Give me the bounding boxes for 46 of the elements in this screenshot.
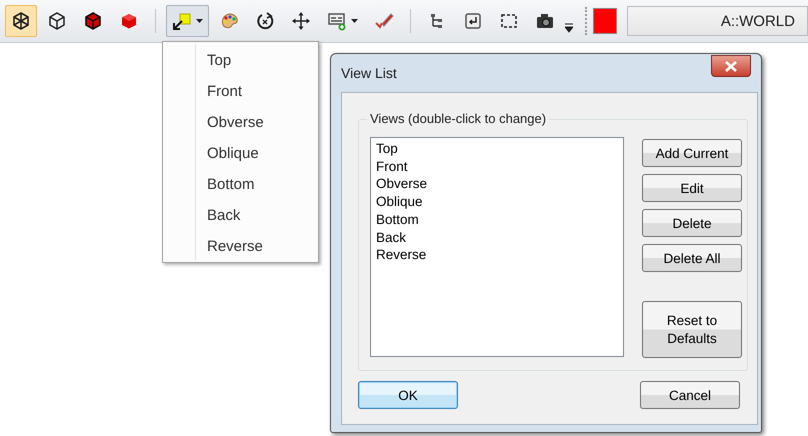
toolbar-button[interactable] — [5, 5, 37, 37]
cube-icon — [83, 11, 103, 31]
cube-icon — [119, 11, 139, 31]
caret-icon — [351, 19, 358, 23]
dialog-button[interactable]: Delete All — [642, 244, 742, 272]
list-item[interactable]: Back — [376, 228, 618, 246]
list-item[interactable]: Top — [376, 140, 618, 158]
dialog-button[interactable]: Edit — [642, 174, 742, 202]
group-label: Views (double-click to change) — [367, 111, 550, 126]
cancel-button[interactable]: Cancel — [640, 381, 740, 409]
list-item[interactable]: Front — [376, 158, 618, 176]
menu-item[interactable]: Top — [163, 45, 318, 76]
dialog-button[interactable]: Delete — [642, 209, 742, 237]
camera-icon — [535, 11, 555, 31]
close-button[interactable] — [711, 55, 751, 77]
overflow-icon[interactable] — [565, 23, 573, 33]
enter-key-icon — [463, 11, 483, 31]
list-item[interactable]: Reverse — [376, 246, 618, 264]
list-item[interactable]: Oblique — [376, 193, 618, 211]
menu-item[interactable]: Bottom — [163, 169, 318, 200]
cube-icon — [47, 11, 67, 31]
display-add-icon — [327, 11, 347, 31]
menu-item[interactable]: Back — [163, 200, 318, 231]
caret-icon — [196, 19, 203, 23]
selection-rect-icon — [499, 11, 519, 31]
move-arrows-icon — [291, 11, 311, 31]
brush-icon — [374, 11, 394, 31]
dropdown-toolbar-button[interactable] — [166, 5, 209, 37]
views-list[interactable]: Top Front Obverse Oblique Bottom Back Reverse — [370, 137, 624, 357]
menu-item[interactable]: Reverse — [163, 231, 318, 262]
ok-button[interactable]: OK — [358, 381, 458, 409]
cube-arrow-icon — [172, 11, 192, 31]
dialog-button[interactable]: Add Current — [642, 139, 742, 167]
menu-item[interactable]: Obverse — [163, 107, 318, 138]
menu-item[interactable]: Front — [163, 76, 318, 107]
coordinate-field[interactable]: A::WORLD — [627, 6, 808, 36]
color-swatch[interactable] — [593, 8, 617, 34]
menu-item[interactable]: Oblique — [163, 138, 318, 169]
list-item[interactable]: Obverse — [376, 175, 618, 194]
list-item[interactable]: Bottom — [376, 210, 618, 229]
wireframe-icon — [11, 11, 31, 31]
palette-icon — [219, 11, 239, 31]
window-title: View List — [341, 65, 397, 81]
close-icon — [725, 60, 737, 72]
rotate-icon — [255, 11, 275, 31]
reset-button[interactable]: Reset to Defaults — [642, 301, 742, 358]
